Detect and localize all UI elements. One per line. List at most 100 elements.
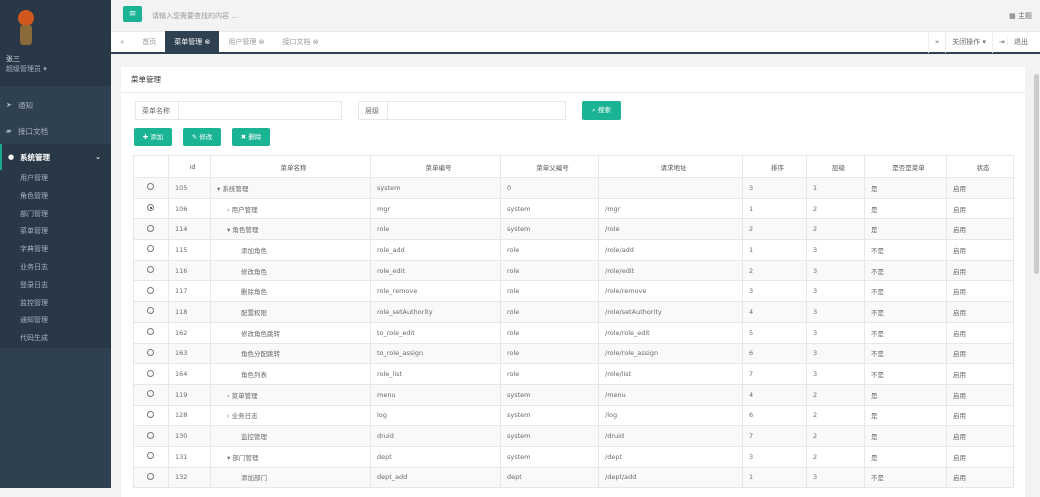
table-row[interactable]: 115 添加角色 role_add role/role/add 1 3 不是 启用 <box>133 239 1014 261</box>
table-cell: druid <box>370 425 501 447</box>
edit-button[interactable]: ✎ 修改 <box>183 128 221 146</box>
add-button[interactable]: ✚ 添加 <box>134 128 172 146</box>
tab-api-docs[interactable]: 接口文档 ⊗ <box>274 31 328 53</box>
tab-menu-mgmt[interactable]: 菜单管理 ⊗ <box>165 31 220 53</box>
menu-toggle-button[interactable]: ≡ <box>123 6 142 22</box>
column-header[interactable]: 菜单名称 <box>210 155 371 178</box>
logout-label: 退出 <box>1007 38 1034 46</box>
column-header[interactable]: 菜单编号 <box>370 155 501 178</box>
submenu-item[interactable]: 部门管理 <box>0 206 111 224</box>
table-cell: 是 <box>864 218 947 241</box>
menu-name-input[interactable] <box>178 101 342 120</box>
column-header[interactable]: 排序 <box>742 155 807 178</box>
row-radio[interactable] <box>147 410 154 418</box>
row-radio[interactable] <box>147 452 154 460</box>
table-cell: 119 <box>168 383 211 406</box>
row-radio[interactable] <box>147 286 154 294</box>
table-row[interactable]: 132 添加部门 dept_add dept/dept/add 1 3 不是 启用 <box>133 466 1014 489</box>
row-radio[interactable] <box>147 204 154 212</box>
table-cell: 0 <box>500 177 599 199</box>
table-cell: role <box>500 239 599 261</box>
close-icon[interactable]: ⊗ <box>205 38 211 46</box>
row-radio[interactable] <box>147 390 154 398</box>
close-icon[interactable]: ⊗ <box>259 38 265 46</box>
submenu-item[interactable]: 菜单管理 <box>0 223 111 241</box>
row-select-cell <box>133 363 169 385</box>
row-radio[interactable] <box>147 369 154 377</box>
table-row[interactable]: 162 修改角色跳转 to_role_edit role/role/role_edit… <box>133 321 1014 344</box>
table-cell: 105 <box>168 177 211 199</box>
table-cell: 3 <box>742 177 807 199</box>
column-header[interactable]: 请求地址 <box>598 155 743 178</box>
submenu-item[interactable]: 用户管理 <box>0 170 111 188</box>
scrollbar[interactable] <box>1033 54 1040 488</box>
table-cell: role <box>500 321 599 344</box>
table-row[interactable]: 128 › 业务日志 log system/log 6 2 是启用 <box>133 404 1014 427</box>
table-row[interactable]: 118 配置权限 role_setAuthority role/role/setAut… <box>133 301 1014 323</box>
table-cell: 是 <box>864 425 947 447</box>
submenu-item[interactable]: 代码生成 <box>0 330 111 348</box>
column-header[interactable]: id <box>168 155 211 178</box>
submenu-item[interactable]: 业务日志 <box>0 259 111 277</box>
submenu-item[interactable]: 角色管理 <box>0 188 111 206</box>
table-cell: ▾ 角色管理 <box>210 218 371 241</box>
chevron-down-icon: ⌄ <box>95 153 101 161</box>
column-header[interactable]: 是否是菜单 <box>864 155 947 178</box>
row-radio[interactable] <box>147 245 154 253</box>
row-radio[interactable] <box>147 307 154 315</box>
table-row[interactable]: 163 角色分配跳转 to_role_assign role/role/role_as… <box>133 342 1014 365</box>
table-row[interactable]: 114 ▾ 角色管理 role system/role 2 2 是启用 <box>133 218 1014 241</box>
user-role-dropdown[interactable]: 超级管理员 ▾ <box>6 64 105 74</box>
table-cell: 2 <box>742 218 807 241</box>
table-row[interactable]: 131 ▾ 部门管理 dept system/dept 3 2 是启用 <box>133 445 1014 468</box>
row-radio[interactable] <box>147 224 154 232</box>
logout-button[interactable]: ⇥ 退出 <box>991 31 1040 53</box>
tab-home[interactable]: 首页 <box>133 31 165 53</box>
table-cell: system <box>370 177 501 199</box>
table-cell: /role/role_assign <box>598 342 743 365</box>
scroll-right-icon[interactable]: » <box>927 31 945 53</box>
column-header[interactable]: 状态 <box>946 155 1014 178</box>
close-operations-dropdown[interactable]: 关闭操作 ▾ <box>945 31 992 53</box>
level-input[interactable] <box>387 101 566 120</box>
sidebar-item-notice[interactable]: ➤ 通知 <box>0 92 111 118</box>
table-cell: 启用 <box>946 239 1014 261</box>
row-radio[interactable] <box>147 183 154 191</box>
table-cell: 3 <box>806 259 865 282</box>
sidebar-item-system[interactable]: ● 系统管理 ⌄ <box>0 144 111 170</box>
row-radio[interactable] <box>147 472 154 480</box>
submenu-item[interactable]: 登录日志 <box>0 277 111 295</box>
table-row[interactable]: 164 角色列表 role_list role/role/list 7 3 不是 启用 <box>133 363 1014 385</box>
close-icon[interactable]: ⊗ <box>313 38 319 46</box>
table-row[interactable]: 117 删除角色 role_remove role/role/remove 3 3 不是 启用 <box>133 280 1014 303</box>
column-header[interactable] <box>133 155 169 178</box>
table-row[interactable]: 119 › 菜单管理 menu system/menu 4 2 是启用 <box>133 383 1014 406</box>
delete-button[interactable]: ✖ 删除 <box>232 128 270 146</box>
submenu-item[interactable]: 字典管理 <box>0 241 111 259</box>
table-cell: dept <box>370 445 501 468</box>
menu-panel: 菜单管理 菜单名称 层级 ⌕ 搜索 ✚ 添加 ✎ 修改 ✖ 删除 id 菜单名称菜… <box>121 67 1025 497</box>
table-cell: mgr <box>370 197 501 220</box>
tab-user-mgmt[interactable]: 用户管理 ⊗ <box>219 31 273 53</box>
column-header[interactable]: 层级 <box>806 155 865 178</box>
submenu-item[interactable]: 通知管理 <box>0 312 111 330</box>
menu-table: id 菜单名称 菜单编号 菜单父编号 请求地址 排序 层级 是否是菜单 状态 105 ▾ 系统管理… <box>133 155 1014 489</box>
column-header[interactable]: 菜单父编号 <box>500 155 599 178</box>
theme-button[interactable]: ▦ 主题 <box>1009 11 1032 21</box>
search-button[interactable]: ⌕ 搜索 <box>582 101 621 120</box>
row-radio[interactable] <box>147 266 154 274</box>
profile: 张三 超级管理员 ▾ <box>0 0 111 86</box>
row-radio[interactable] <box>147 431 154 439</box>
table-row[interactable]: 130 监控管理 druid system/druid 7 2 是启用 <box>133 425 1014 447</box>
scroll-left-icon[interactable]: « <box>111 31 133 53</box>
submenu-item[interactable]: 监控管理 <box>0 295 111 313</box>
row-radio[interactable] <box>147 348 154 356</box>
global-search-input[interactable]: 请输入您需要查找的内容 … <box>152 11 238 21</box>
table-row[interactable]: 105 ▾ 系统管理 system 0 3 1 是启用 <box>133 177 1014 199</box>
row-radio[interactable] <box>147 328 154 336</box>
sidebar-item-api-docs[interactable]: ▰ 接口文档 <box>0 118 111 144</box>
table-row[interactable]: 106 › 用户管理 mgr system/mgr 1 2 是启用 <box>133 197 1014 220</box>
table-cell: to_role_edit <box>370 321 501 344</box>
table-row[interactable]: 116 修改角色 role_edit role/role/edit 2 3 不是 启用 <box>133 259 1014 282</box>
table-cell: 115 <box>168 239 211 261</box>
